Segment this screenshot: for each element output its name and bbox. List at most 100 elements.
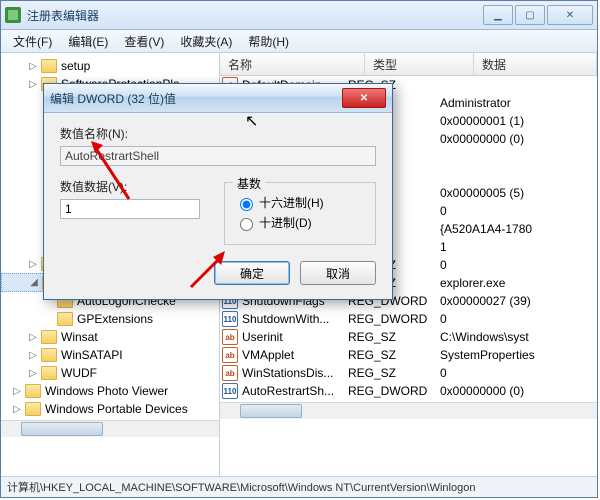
row-data: 0 [440,204,597,218]
row-name: AutoRestrartSh... [242,384,348,398]
row-data: 0 [440,312,597,326]
row-data: 0x00000001 (1) [440,114,597,128]
list-row[interactable]: ab UserinitREG_SZC:\Windows\syst [220,328,597,346]
list-row[interactable]: ab VMAppletREG_SZSystemProperties [220,346,597,364]
value-name-label: 数值名称(N): [60,125,376,142]
string-icon: ab [222,365,238,381]
row-name: VMApplet [242,348,348,362]
expand-icon[interactable]: ▷ [25,350,41,361]
row-type: REG_SZ [348,330,440,344]
cancel-button[interactable]: 取消 [300,261,376,285]
row-data: 1 [440,240,597,254]
radix-hex[interactable]: 十六进制(H) [235,194,365,211]
list-header[interactable]: 名称 类型 数据 [220,53,597,76]
folder-icon [25,384,41,398]
folder-icon [41,59,57,73]
dialog-close-button[interactable]: ✕ [342,88,386,108]
menu-view[interactable]: 查看(V) [116,33,172,50]
col-data[interactable]: 数据 [474,53,597,75]
tree-item[interactable]: ▷ Windows Portable Devices [1,400,219,418]
tree-label: Windows Photo Viewer [45,384,168,398]
tree-label: Winsat [61,330,98,344]
regedit-window: 注册表编辑器 ▁ ▢ ✕ 文件(F) 编辑(E) 查看(V) 收藏夹(A) 帮助… [0,0,598,498]
row-data: 0 [440,366,597,380]
expand-icon[interactable]: ▷ [25,332,41,343]
list-row[interactable]: 110 AutoRestrartSh...REG_DWORD0x00000000 … [220,382,597,400]
folder-icon [41,366,57,380]
app-icon [5,7,21,23]
tree-item[interactable]: GPExtensions [1,310,219,328]
expand-icon[interactable]: ▷ [25,61,41,72]
folder-icon [57,312,73,326]
radix-dec-radio[interactable] [240,218,253,231]
row-name: Userinit [242,330,348,344]
minimize-button[interactable]: ▁ [483,5,513,25]
statusbar: 计算机\HKEY_LOCAL_MACHINE\SOFTWARE\Microsof… [1,476,597,497]
list-hscroll[interactable] [220,402,597,419]
row-name: WinStationsDis... [242,366,348,380]
expand-icon[interactable]: ▷ [25,259,41,270]
titlebar[interactable]: 注册表编辑器 ▁ ▢ ✕ [1,1,597,30]
expand-icon[interactable]: ▷ [25,368,41,379]
tree-item[interactable]: ▷ WUDF [1,364,219,382]
tree-item[interactable]: ▷ Windows Photo Viewer [1,382,219,400]
tree-item[interactable]: ▷ Winsat [1,328,219,346]
radix-hex-radio[interactable] [240,198,253,211]
window-title: 注册表编辑器 [27,7,481,24]
tree-label: WinSATAPI [61,348,123,362]
row-data: 0x00000000 (0) [440,132,597,146]
tree-label: WUDF [61,366,97,380]
col-type[interactable]: 类型 [365,53,474,75]
row-name: ShutdownWith... [242,312,348,326]
menu-edit[interactable]: 编辑(E) [60,33,116,50]
tree-label: GPExtensions [77,312,153,326]
dialog-title: 编辑 DWORD (32 位)值 [50,90,342,107]
tree-label: setup [61,59,90,73]
ok-button[interactable]: 确定 [214,261,290,285]
maximize-button[interactable]: ▢ [515,5,545,25]
row-type: REG_DWORD [348,312,440,326]
value-name-field [60,146,376,166]
menu-favorites[interactable]: 收藏夹(A) [172,33,240,50]
row-type: REG_SZ [348,348,440,362]
expand-icon[interactable]: ▷ [9,386,25,397]
string-icon: ab [222,329,238,345]
folder-icon [41,348,57,362]
expand-icon[interactable]: ◢ [26,277,42,288]
string-icon: ab [222,347,238,363]
col-name[interactable]: 名称 [220,53,365,75]
dword-icon: 110 [222,383,238,399]
menubar: 文件(F) 编辑(E) 查看(V) 收藏夹(A) 帮助(H) [1,30,597,53]
edit-dword-dialog: 编辑 DWORD (32 位)值 ✕ 数值名称(N): 数值数据(V): 基数 … [43,83,393,300]
expand-icon[interactable]: ▷ [25,79,41,90]
row-data: SystemProperties [440,348,597,362]
folder-icon [25,402,41,416]
row-type: REG_SZ [348,366,440,380]
tree-label: Windows Portable Devices [45,402,188,416]
tree-item[interactable]: ▷ WinSATAPI [1,346,219,364]
expand-icon[interactable]: ▷ [9,404,25,415]
row-data: 0 [440,258,597,272]
row-data: explorer.exe [440,276,597,290]
radix-dec[interactable]: 十进制(D) [235,214,365,231]
dialog-titlebar[interactable]: 编辑 DWORD (32 位)值 ✕ [44,84,392,113]
row-type: REG_DWORD [348,384,440,398]
row-data: 0x00000005 (5) [440,186,597,200]
status-path: 计算机\HKEY_LOCAL_MACHINE\SOFTWARE\Microsof… [7,479,475,495]
radix-group: 基数 十六进制(H) 十进制(D) [224,182,376,245]
row-data: C:\Windows\syst [440,330,597,344]
row-data: Administrator [440,96,597,110]
radix-legend: 基数 [233,175,265,192]
list-row[interactable]: 110ShutdownWith...REG_DWORD0 [220,310,597,328]
folder-icon [41,330,57,344]
list-row[interactable]: ab WinStationsDis...REG_SZ0 [220,364,597,382]
tree-hscroll[interactable] [1,420,219,437]
row-data: 0x00000000 (0) [440,384,597,398]
menu-file[interactable]: 文件(F) [5,33,60,50]
row-data: {A520A1A4-1780 [440,222,597,236]
menu-help[interactable]: 帮助(H) [240,33,297,50]
value-data-field[interactable] [60,199,200,219]
close-button[interactable]: ✕ [547,5,593,25]
row-data: 0x00000027 (39) [440,294,597,308]
tree-item[interactable]: ▷ setup [1,57,219,75]
